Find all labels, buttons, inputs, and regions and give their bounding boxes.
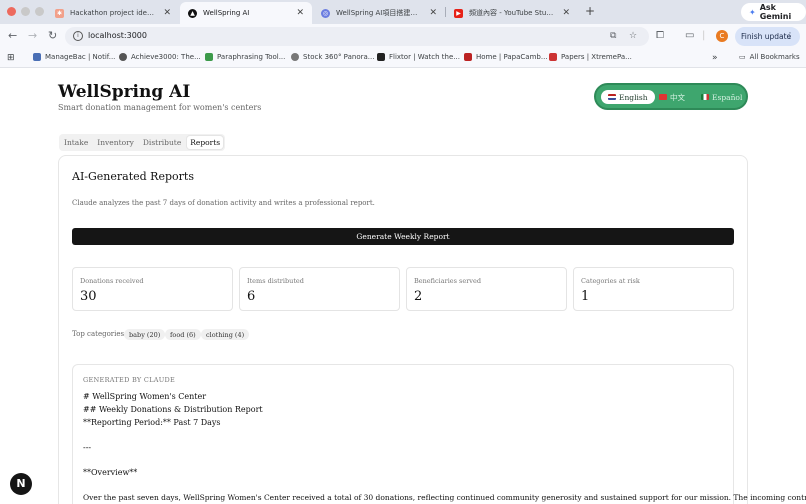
stat-donations-received: Donations received 30 [72, 267, 233, 311]
bookmark-papacambridge[interactable]: Home | PapaCamb... [464, 53, 548, 61]
site-info-icon[interactable]: i [73, 31, 83, 41]
tab-intake[interactable]: Intake [61, 136, 91, 149]
bookmark-xtremepapers[interactable]: Papers | XtremePa... [549, 53, 632, 61]
report-line: Over the past seven days, WellSpring Wom… [83, 493, 806, 502]
youtube-icon: ▶ [454, 8, 463, 18]
all-bookmarks-button[interactable]: ▭ All Bookmarks [739, 53, 800, 61]
managebac-icon [33, 53, 41, 61]
finish-update-button[interactable]: Finish update ⋮ [735, 27, 800, 46]
generated-by-label: GENERATED BY CLAUDE [83, 376, 176, 384]
address-bar[interactable]: i localhost:3000 ⧉ ☆ [65, 27, 649, 46]
app-title: WellSpring AI [58, 82, 191, 102]
toolbar-divider: | [702, 30, 706, 41]
language-chinese[interactable]: 中文 [652, 90, 692, 104]
app-icon: ▲ [188, 8, 197, 18]
papacambridge-icon [464, 53, 472, 61]
profile-avatar[interactable]: C [716, 30, 728, 42]
browser-tab-wellspring[interactable]: ▲ WellSpring AI ✕ [180, 2, 312, 24]
close-tab-icon[interactable]: ✕ [163, 8, 171, 18]
ask-gemini-button[interactable]: ✦ Ask Gemini [741, 3, 806, 21]
forward-arrow-icon[interactable]: → [28, 30, 37, 42]
stat-categories-at-risk: Categories at risk 1 [573, 267, 734, 311]
translate-icon[interactable]: ⧉ [610, 31, 616, 41]
stat-beneficiaries-served: Beneficiaries served 2 [406, 267, 567, 311]
bookmark-paraphrasing[interactable]: Paraphrasing Tool... [205, 53, 285, 61]
tab-inventory[interactable]: Inventory [94, 136, 137, 149]
maximize-window-button[interactable] [35, 7, 44, 16]
flixtor-icon [377, 53, 385, 61]
gemini-icon: ✦ [749, 7, 756, 17]
language-english[interactable]: English [601, 90, 655, 104]
next-dev-tools-button[interactable]: N [10, 473, 32, 495]
paraphrase-icon [205, 53, 213, 61]
xtremepapers-icon [549, 53, 557, 61]
bookmark-flixtor[interactable]: Flixtor | Watch the... [377, 53, 460, 61]
top-categories-label: Top categories: [72, 330, 127, 338]
generate-weekly-report-button[interactable]: Generate Weekly Report [72, 228, 734, 245]
new-tab-icon[interactable]: + [585, 4, 595, 18]
generated-report-panel [72, 364, 734, 504]
ai-icon: ◎ [321, 8, 330, 18]
report-line: **Reporting Period:** Past 7 Days [83, 418, 221, 427]
reports-description: Claude analyzes the past 7 days of donat… [72, 199, 375, 207]
achieve-icon [119, 53, 127, 61]
report-line: ## Weekly Donations & Distribution Repor… [83, 405, 263, 414]
browser-tab-hackathon[interactable]: ✱ Hackathon project ideas for ... ✕ [47, 2, 179, 24]
close-tab-icon[interactable]: ✕ [296, 8, 304, 18]
browser-tab-guide[interactable]: ◎ WellSpring AI項目搭建指南说... ✕ [313, 2, 445, 24]
language-spanish[interactable]: Español [694, 90, 749, 104]
category-chip-baby: baby (20) [124, 329, 166, 340]
mexico-flag-icon [701, 94, 709, 100]
more-bookmarks-icon[interactable]: » [712, 53, 718, 63]
spark-icon: ✱ [55, 8, 64, 18]
app-subtitle: Smart donation management for women's ce… [58, 103, 262, 112]
more-options-icon[interactable]: ⋮ [786, 31, 794, 40]
report-line: # WellSpring Women's Center [83, 392, 207, 401]
minimize-window-button[interactable] [21, 7, 30, 16]
close-window-button[interactable] [7, 7, 16, 16]
china-flag-icon [659, 94, 667, 100]
category-chip-food: food (6) [165, 329, 201, 340]
browser-tab-youtube[interactable]: ▶ 頻道內容 - YouTube Studio ✕ [446, 2, 578, 24]
report-line: --- [83, 443, 92, 452]
bookmark-star-icon[interactable]: ☆ [629, 31, 637, 41]
browser-toolbar: ← → ↻ i localhost:3000 ⧉ ☆ ⧠ ▭ | C Finis… [0, 24, 806, 49]
back-arrow-icon[interactable]: ← [8, 30, 17, 42]
language-switcher: English 中文 Español [594, 83, 748, 110]
tab-distribute[interactable]: Distribute [140, 136, 184, 149]
reports-heading: AI-Generated Reports [72, 170, 194, 183]
apps-grid-icon[interactable]: ⊞ [7, 53, 15, 63]
report-line: **Overview** [83, 468, 138, 477]
globe-icon [291, 53, 299, 61]
extensions-icon[interactable]: ⧠ [656, 30, 664, 41]
us-flag-icon [608, 94, 616, 100]
stat-items-distributed: Items distributed 6 [239, 267, 400, 311]
reload-icon[interactable]: ↻ [48, 30, 57, 42]
bookmark-achieve3000[interactable]: Achieve3000: The... [119, 53, 201, 61]
bookmark-managebac[interactable]: ManageBac | Notif... [33, 53, 115, 61]
bookmark-stock360[interactable]: Stock 360° Panora... [291, 53, 374, 61]
browser-tab-strip: ✱ Hackathon project ideas for ... ✕ ▲ We… [0, 0, 806, 24]
bookmarks-bar: ⊞ ManageBac | Notif... Achieve3000: The.… [0, 49, 806, 68]
app-tabs: Intake Inventory Distribute Reports [59, 134, 226, 151]
category-chip-clothing: clothing (4) [201, 329, 250, 340]
tab-reports[interactable]: Reports [187, 136, 224, 149]
cast-icon[interactable]: ▭ [685, 30, 694, 41]
close-tab-icon[interactable]: ✕ [429, 8, 437, 18]
close-tab-icon[interactable]: ✕ [562, 8, 570, 18]
folder-icon: ▭ [739, 53, 746, 61]
